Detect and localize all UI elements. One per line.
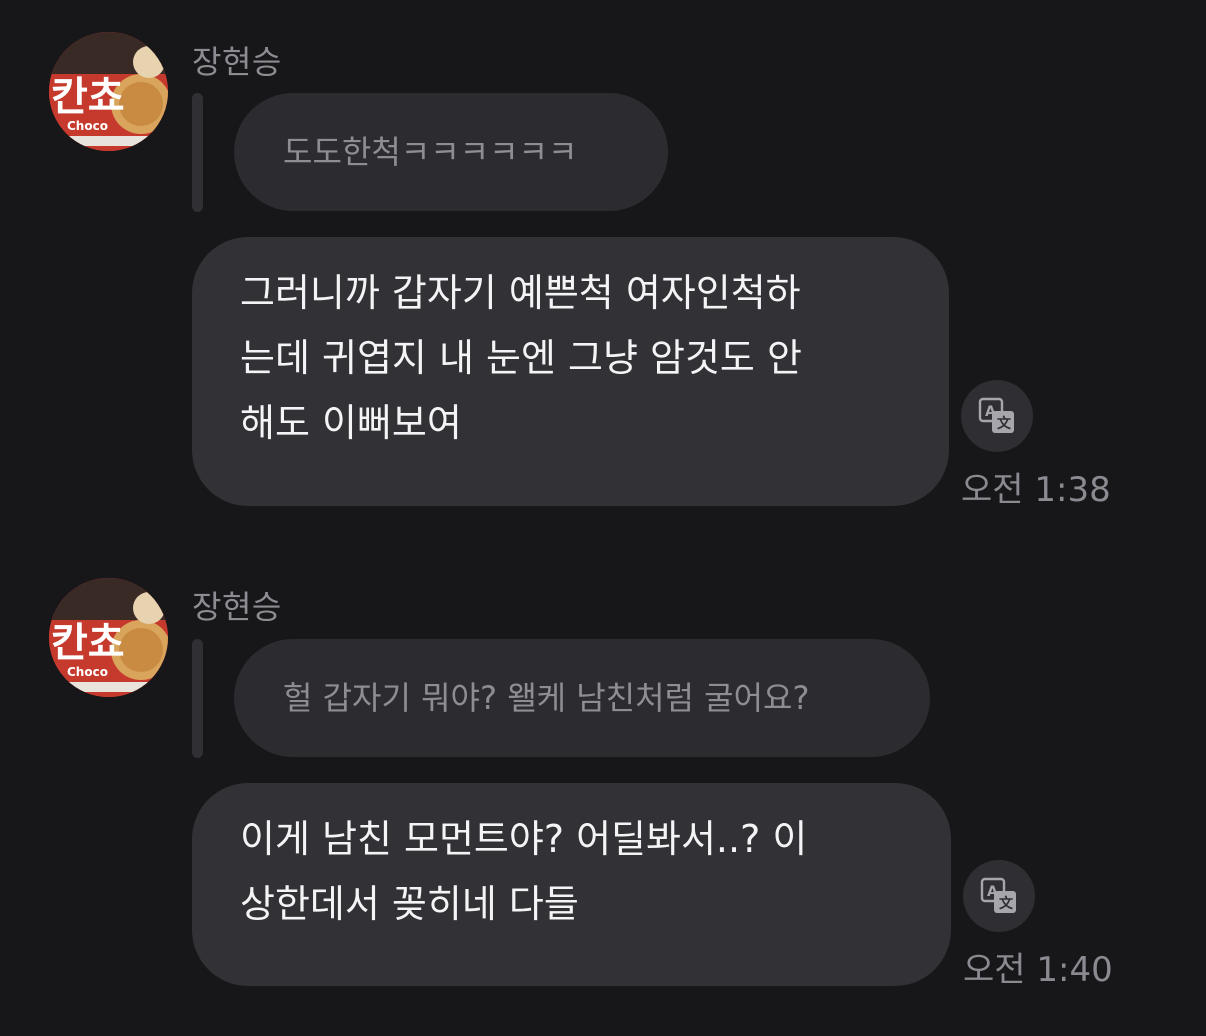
svg-text:칸쵸: 칸쵸 xyxy=(51,620,125,666)
quoted-reply-bubble[interactable]: 헐 갑자기 뭐야? 왤케 남친처럼 굴어요? xyxy=(234,639,930,757)
message-text-line: 해도 이뻐보여 xyxy=(240,401,462,445)
translate-icon: A 文 xyxy=(980,877,1016,913)
svg-text:文: 文 xyxy=(999,895,1014,912)
avatar[interactable]: 칸쵸 Choco xyxy=(49,32,168,151)
svg-text:Choco: Choco xyxy=(67,665,108,679)
quoted-reply-bubble[interactable]: 도도한척ㅋㅋㅋㅋㅋㅋ xyxy=(234,93,668,211)
reply-indicator-bar xyxy=(192,639,203,758)
message-bubble[interactable]: 이게 남친 모먼트야? 어딜봐서..? 이 상한데서 꽂히네 다들 xyxy=(192,783,951,986)
translate-button[interactable]: A 文 xyxy=(961,380,1033,452)
avatar[interactable]: 칸쵸 Choco xyxy=(49,578,168,697)
message-text-line: 이게 남친 모먼트야? 어딜봐서..? 이 xyxy=(240,817,808,861)
message-text-line: 상한데서 꽂히네 다들 xyxy=(240,882,579,926)
reply-indicator-bar xyxy=(192,93,203,212)
message-bubble[interactable]: 그러니까 갑자기 예쁜척 여자인척하 는데 귀엽지 내 눈엔 그냥 암것도 안 … xyxy=(192,237,949,506)
svg-text:칸쵸: 칸쵸 xyxy=(51,74,125,120)
sender-name: 장현승 xyxy=(192,43,282,81)
translate-icon: A 文 xyxy=(978,397,1014,433)
choco-snack-avatar-icon: 칸쵸 Choco xyxy=(49,32,168,151)
message-text-line: 는데 귀엽지 내 눈엔 그냥 암것도 안 xyxy=(240,336,802,380)
translate-button[interactable]: A 文 xyxy=(963,860,1035,932)
message-timestamp: 오전 1:40 xyxy=(963,950,1113,990)
svg-text:Choco: Choco xyxy=(67,119,108,133)
sender-name: 장현승 xyxy=(192,588,282,626)
choco-snack-avatar-icon: 칸쵸 Choco xyxy=(49,578,168,697)
svg-text:文: 文 xyxy=(997,415,1012,432)
message-text-line: 그러니까 갑자기 예쁜척 여자인척하 xyxy=(240,271,801,315)
message-timestamp: 오전 1:38 xyxy=(961,470,1111,510)
quoted-reply-text: 헐 갑자기 뭐야? 왤케 남친처럼 굴어요? xyxy=(283,679,810,717)
quoted-reply-text: 도도한척ㅋㅋㅋㅋㅋㅋ xyxy=(283,133,578,171)
